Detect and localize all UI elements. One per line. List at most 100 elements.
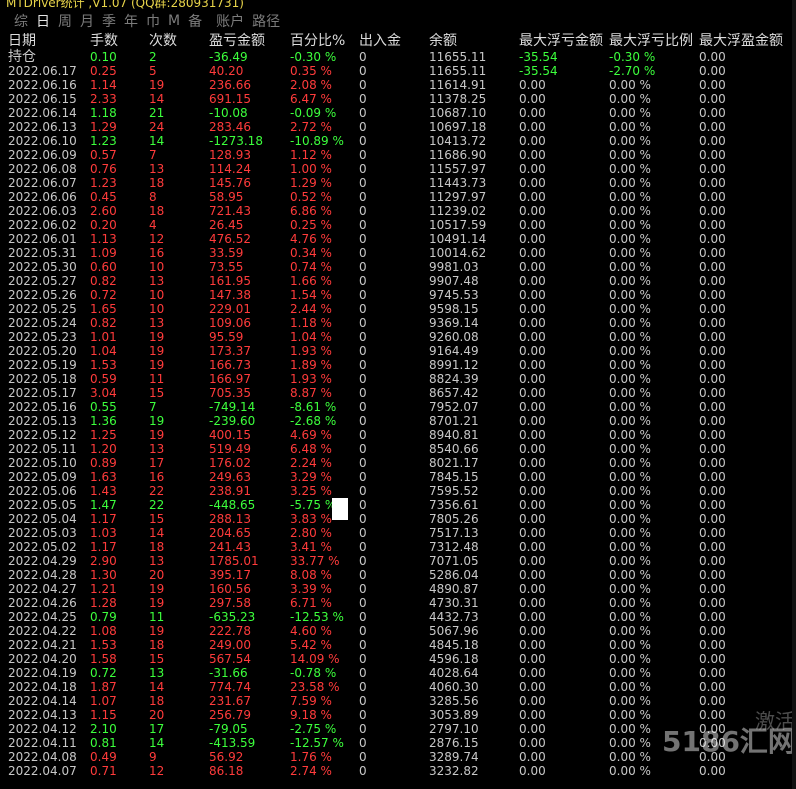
table-row[interactable]: 2022.04.22 1.08 19 222.78 4.60 % 0 5067.96 0.00… xyxy=(0,624,796,638)
tab-4[interactable]: 季 xyxy=(102,11,116,31)
table-row[interactable]: 2022.05.31 1.09 16 33.59 0.34 % 0 10014.62 0.00… xyxy=(0,246,796,260)
table-row[interactable]: 2022.05.06 1.43 22 238.91 3.25 % 0 7595.52 0.00… xyxy=(0,484,796,498)
tab-6[interactable]: 巾 xyxy=(146,11,160,31)
tab-8[interactable]: 备 xyxy=(188,11,202,31)
tab-3[interactable]: 月 xyxy=(80,11,94,31)
cell-max-float-profit: 0.00 xyxy=(699,764,726,778)
cell-date: 2022.06.06 xyxy=(8,190,77,204)
table-row[interactable]: 2022.05.26 0.72 10 147.38 1.54 % 0 9745.53 0.00… xyxy=(0,288,796,302)
table-row[interactable]: 2022.04.29 2.90 13 1785.01 33.77 % 0 7071.05 0.… xyxy=(0,554,796,568)
cell-max-float-loss: 0.00 xyxy=(519,596,546,610)
cell-deposit: 0 xyxy=(359,750,367,764)
table-row[interactable]: 2022.06.10 1.23 14 -1273.18 -10.89 % 0 10413.7… xyxy=(0,134,796,148)
table-row[interactable]: 2022.04.20 1.58 15 567.54 14.09 % 0 4596.18 0.0… xyxy=(0,652,796,666)
table-row[interactable]: 2022.05.18 0.59 11 166.97 1.93 % 0 8824.39 0.00… xyxy=(0,372,796,386)
tab-7[interactable]: M xyxy=(168,13,180,29)
table-row[interactable]: 2022.05.05 1.47 22 -448.65 -5.75 % 0 7356.61 0.… xyxy=(0,498,796,512)
table-row[interactable]: 2022.05.27 0.82 13 161.95 1.66 % 0 9907.48 0.00… xyxy=(0,274,796,288)
cell-lots: 0.55 xyxy=(90,400,117,414)
header-max-float-loss-pct[interactable]: 最大浮亏比例 xyxy=(609,32,693,50)
header-max-float-loss[interactable]: 最大浮亏金额 xyxy=(519,32,603,50)
header-balance[interactable]: 余额 xyxy=(429,32,457,50)
cell-lots: 1.07 xyxy=(90,694,117,708)
table-row[interactable]: 2022.06.07 1.23 18 145.76 1.29 % 0 11443.73 0.0… xyxy=(0,176,796,190)
cell-pnl: 147.38 xyxy=(209,288,251,302)
table-row[interactable]: 2022.05.24 0.82 13 109.06 1.18 % 0 9369.14 0.00… xyxy=(0,316,796,330)
table-row[interactable]: 2022.06.02 0.20 4 26.45 0.25 % 0 10517.59 0.00 0… xyxy=(0,218,796,232)
table-row[interactable]: 2022.06.16 1.14 19 236.66 2.08 % 0 11614.91 0.0… xyxy=(0,78,796,92)
cell-max-float-profit: 0.00 xyxy=(699,400,726,414)
header-deposit[interactable]: 出入金 xyxy=(359,32,401,50)
table-row[interactable]: 2022.05.04 1.17 15 288.13 3.83 % 0 7805.26 0.00… xyxy=(0,512,796,526)
cell-max-float-loss: 0.00 xyxy=(519,526,546,540)
holding-balance: 11655.11 xyxy=(429,50,487,64)
table-row[interactable]: 2022.05.11 1.20 13 519.49 6.48 % 0 8540.66 0.00… xyxy=(0,442,796,456)
table-row[interactable]: 2022.04.07 0.71 12 86.18 2.74 % 0 3232.82 0.00 0… xyxy=(0,764,796,778)
table-row[interactable]: 2022.05.10 0.89 17 176.02 2.24 % 0 8021.17 0.00… xyxy=(0,456,796,470)
table-row[interactable]: 2022.06.14 1.18 21 -10.08 -0.09 % 0 10687.10 0.… xyxy=(0,106,796,120)
table-row[interactable]: 2022.05.13 1.36 19 -239.60 -2.68 % 0 8701.21 0.… xyxy=(0,414,796,428)
table-row[interactable]: 2022.05.19 1.53 19 166.73 1.89 % 0 8991.12 0.00… xyxy=(0,358,796,372)
cell-balance: 11239.02 xyxy=(429,204,487,218)
cell-balance: 10014.62 xyxy=(429,246,487,260)
header-date[interactable]: 日期 xyxy=(8,32,36,50)
table-row[interactable]: 2022.04.28 1.30 20 395.17 8.08 % 0 5286.04 0.00… xyxy=(0,568,796,582)
table-row[interactable]: 2022.05.16 0.55 7 -749.14 -8.61 % 0 7952.07 0.0… xyxy=(0,400,796,414)
cell-max-float-profit: 0.00 xyxy=(699,190,726,204)
table-row[interactable]: 2022.04.25 0.79 11 -635.23 -12.53 % 0 4432.73 0… xyxy=(0,610,796,624)
table-row[interactable]: 2022.06.01 1.13 12 476.52 4.76 % 0 10491.14 0.0… xyxy=(0,232,796,246)
table-row[interactable]: 2022.04.14 1.07 18 231.67 7.59 % 0 3285.56 0.00… xyxy=(0,694,796,708)
cell-pnl: -1273.18 xyxy=(209,134,263,148)
table-row[interactable]: 2022.06.17 0.25 5 40.20 0.35 % 0 11655.11 -35.5… xyxy=(0,64,796,78)
cell-max-float-loss: 0.00 xyxy=(519,694,546,708)
table-row[interactable]: 2022.05.12 1.25 19 400.15 4.69 % 0 8940.81 0.00… xyxy=(0,428,796,442)
cell-percent: -5.75 % xyxy=(290,498,337,512)
cell-deposit: 0 xyxy=(359,218,367,232)
cell-percent: 4.60 % xyxy=(290,624,332,638)
header-lots[interactable]: 手数 xyxy=(90,32,118,50)
header-pnl[interactable]: 盈亏金额 xyxy=(209,32,265,50)
cell-lots: 1.58 xyxy=(90,652,117,666)
tab-5[interactable]: 年 xyxy=(124,11,138,31)
cell-percent: 2.24 % xyxy=(290,456,332,470)
header-max-float-profit[interactable]: 最大浮盈金额 xyxy=(699,32,783,50)
cell-max-float-loss: 0.00 xyxy=(519,722,546,736)
cell-pnl: 160.56 xyxy=(209,582,251,596)
table-row[interactable]: 2022.05.03 1.03 14 204.65 2.80 % 0 7517.13 0.00… xyxy=(0,526,796,540)
cell-max-float-loss: 0.00 xyxy=(519,330,546,344)
table-row[interactable]: 2022.06.03 2.60 18 721.43 6.86 % 0 11239.02 0.0… xyxy=(0,204,796,218)
tab-10[interactable]: 路径 xyxy=(252,11,280,31)
table-row[interactable]: 2022.06.13 1.29 24 283.46 2.72 % 0 10697.18 0.0… xyxy=(0,120,796,134)
tab-1[interactable]: 日 xyxy=(36,11,50,31)
tab-2[interactable]: 周 xyxy=(58,11,72,31)
table-row[interactable]: 2022.04.19 0.72 13 -31.66 -0.78 % 0 4028.64 0.0… xyxy=(0,666,796,680)
table-row[interactable]: 2022.05.02 1.17 18 241.43 3.41 % 0 7312.48 0.00… xyxy=(0,540,796,554)
holding-row[interactable]: 持仓 0.10 2 -36.49 -0.30 % 0 11655.11 -35.… xyxy=(0,50,796,64)
table-row[interactable]: 2022.06.09 0.57 7 128.93 1.12 % 0 11686.90 0.00… xyxy=(0,148,796,162)
cell-max-float-loss-pct: 0.00 % xyxy=(609,204,651,218)
table-row[interactable]: 2022.05.17 3.04 15 705.35 8.87 % 0 8657.42 0.00… xyxy=(0,386,796,400)
cell-max-float-profit: 0.00 xyxy=(699,680,726,694)
table-row[interactable]: 2022.04.27 1.21 19 160.56 3.39 % 0 4890.87 0.00… xyxy=(0,582,796,596)
table-row[interactable]: 2022.04.21 1.53 18 249.00 5.42 % 0 4845.18 0.00… xyxy=(0,638,796,652)
header-percent[interactable]: 百分比% xyxy=(290,32,345,50)
table-row[interactable]: 2022.06.15 2.33 14 691.15 6.47 % 0 11378.25 0.0… xyxy=(0,92,796,106)
vertical-scrollbar[interactable] xyxy=(792,0,796,789)
table-row[interactable]: 2022.06.06 0.45 8 58.95 0.52 % 0 11297.97 0.00 0… xyxy=(0,190,796,204)
table-row[interactable]: 2022.05.23 1.01 19 95.59 1.04 % 0 9260.08 0.00 0… xyxy=(0,330,796,344)
table-row[interactable]: 2022.04.26 1.28 19 297.58 6.71 % 0 4730.31 0.00… xyxy=(0,596,796,610)
cell-max-float-profit: 0.00 xyxy=(699,582,726,596)
cell-pnl: 774.74 xyxy=(209,680,251,694)
table-row[interactable]: 2022.06.08 0.76 13 114.24 1.00 % 0 11557.97 0.0… xyxy=(0,162,796,176)
table-row[interactable]: 2022.05.20 1.04 19 173.37 1.93 % 0 9164.49 0.00… xyxy=(0,344,796,358)
table-row[interactable]: 2022.05.09 1.63 16 249.63 3.29 % 0 7845.15 0.00… xyxy=(0,470,796,484)
cell-max-float-profit: 0.00 xyxy=(699,246,726,260)
tab-9[interactable]: 账户 xyxy=(216,11,244,31)
tab-0[interactable]: 综 xyxy=(14,11,28,31)
table-row[interactable]: 2022.05.25 1.65 10 229.01 2.44 % 0 9598.15 0.00… xyxy=(0,302,796,316)
table-row[interactable]: 2022.05.30 0.60 10 73.55 0.74 % 0 9981.03 0.00 0… xyxy=(0,260,796,274)
cell-deposit: 0 xyxy=(359,652,367,666)
header-count[interactable]: 次数 xyxy=(149,32,177,50)
cell-max-float-loss: 0.00 xyxy=(519,554,546,568)
table-row[interactable]: 2022.04.18 1.87 14 774.74 23.58 % 0 4060.30 0.0… xyxy=(0,680,796,694)
